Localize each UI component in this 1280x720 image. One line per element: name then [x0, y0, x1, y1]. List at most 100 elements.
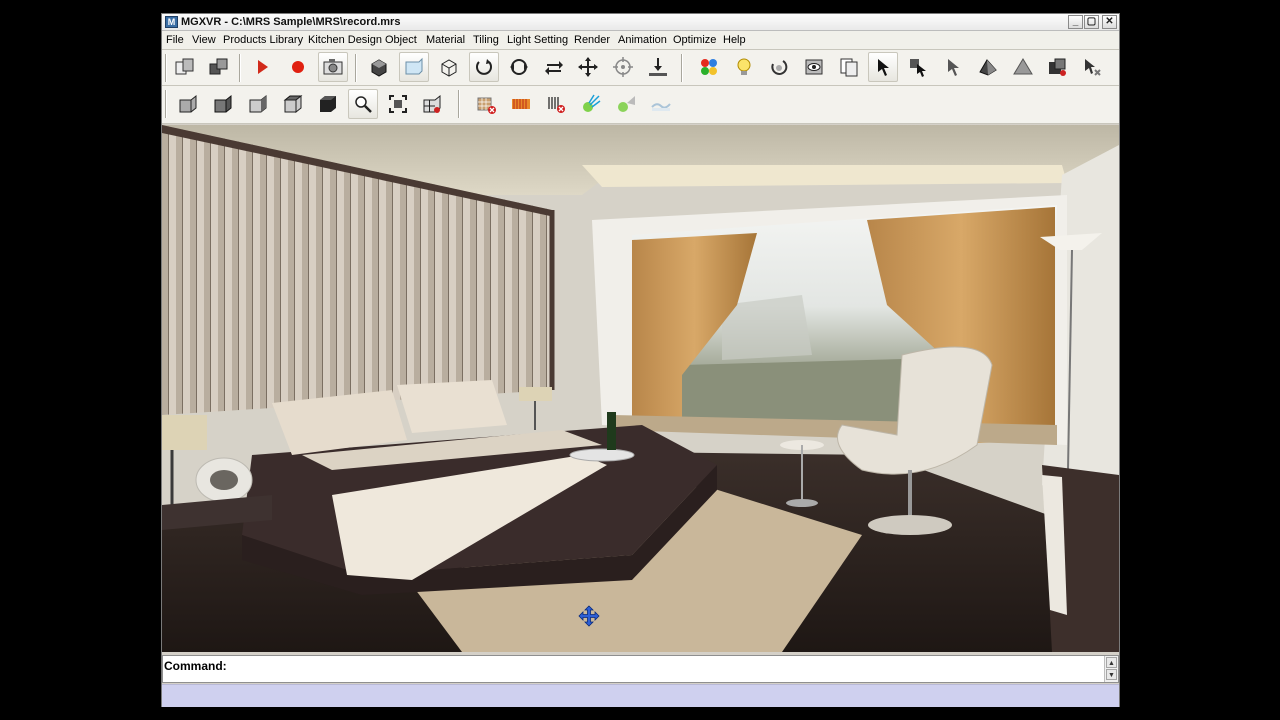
- grid-box-icon: [423, 94, 441, 113]
- grid-box-button[interactable]: [417, 89, 447, 119]
- menu-render[interactable]: Render: [574, 34, 610, 46]
- scroll-down-icon[interactable]: ▼: [1106, 669, 1117, 680]
- menu-help[interactable]: Help: [723, 34, 746, 46]
- close-button[interactable]: ✕: [1102, 15, 1117, 29]
- cube-solid-button[interactable]: [208, 89, 238, 119]
- remove-lines-button[interactable]: [541, 89, 571, 119]
- zoom-button[interactable]: [348, 89, 378, 119]
- color-palette-icon: [701, 59, 717, 75]
- cube-left-button[interactable]: [173, 89, 203, 119]
- main-toolbar: [162, 50, 1119, 86]
- scroll-up-icon[interactable]: ▲: [1106, 657, 1117, 668]
- zoom-extents-icon: [389, 95, 407, 113]
- light-bulb-button[interactable]: [729, 52, 759, 82]
- wireframe-view-icon: [441, 59, 457, 77]
- rotate-button[interactable]: [469, 52, 499, 82]
- eye-view-icon: [805, 59, 823, 75]
- pages-button[interactable]: [834, 52, 864, 82]
- view-toolbar: [162, 86, 1119, 124]
- toolbar-grip: [165, 90, 167, 118]
- menu-file[interactable]: File: [166, 34, 184, 46]
- terrain-button[interactable]: [646, 89, 676, 119]
- toolbar-separator: [681, 54, 683, 82]
- menu-object[interactable]: Object: [385, 34, 417, 46]
- copy-object-icon: [175, 58, 194, 75]
- box-view-button[interactable]: [364, 52, 394, 82]
- select-object-icon: [910, 59, 926, 77]
- spotlight-button[interactable]: [611, 89, 641, 119]
- zoom-extents-button[interactable]: [383, 89, 413, 119]
- title-bar[interactable]: M MGXVR - C:\MRS Sample\MRS\record.mrs _…: [162, 14, 1119, 31]
- move-cursor-icon: [578, 605, 600, 627]
- cube-top-button[interactable]: [278, 89, 308, 119]
- camera-icon: [323, 59, 343, 75]
- zoom-icon: [355, 96, 372, 113]
- 3d-viewport[interactable]: [162, 125, 1119, 652]
- texture-strip-button[interactable]: [506, 89, 536, 119]
- play-button[interactable]: [247, 52, 277, 82]
- eye-view-button[interactable]: [799, 52, 829, 82]
- front-view-icon: [405, 57, 423, 75]
- camera-button[interactable]: [318, 52, 348, 82]
- paste-object-button[interactable]: [204, 52, 234, 82]
- group-button[interactable]: [1042, 52, 1072, 82]
- cube-left-icon: [179, 94, 197, 113]
- menu-animation[interactable]: Animation: [618, 34, 667, 46]
- orbit-icon: [510, 59, 528, 75]
- command-scrollbar[interactable]: ▲ ▼: [1104, 656, 1118, 682]
- rotate-light-icon: [771, 60, 788, 75]
- toolbar-separator: [458, 90, 460, 118]
- record-button[interactable]: [283, 52, 313, 82]
- menu-material[interactable]: Material: [426, 34, 465, 46]
- app-icon: M: [165, 16, 178, 28]
- cube-dark-button[interactable]: [313, 89, 343, 119]
- toolbar-separator: [355, 54, 357, 82]
- menu-optimize[interactable]: Optimize: [673, 34, 716, 46]
- light-rays-button[interactable]: [576, 89, 606, 119]
- pages-icon: [840, 58, 858, 77]
- select-arrow-icon: [878, 59, 889, 76]
- toolbar-separator: [239, 54, 241, 82]
- light-rays-icon: [583, 94, 601, 112]
- rotate-light-button[interactable]: [764, 52, 794, 82]
- box-view-icon: [371, 59, 387, 77]
- group-icon: [1049, 58, 1066, 76]
- pyramid-icon: [1013, 58, 1033, 75]
- drop-to-floor-icon: [649, 58, 667, 76]
- prism-button[interactable]: [973, 52, 1003, 82]
- command-input[interactable]: [231, 658, 1101, 678]
- maximize-button[interactable]: ▢: [1084, 15, 1099, 29]
- texture-strip-icon: [512, 99, 530, 109]
- menu-light-setting[interactable]: Light Setting: [507, 34, 568, 46]
- drop-to-floor-button[interactable]: [643, 52, 673, 82]
- deselect-button[interactable]: [1077, 52, 1107, 82]
- menu-tiling[interactable]: Tiling: [473, 34, 499, 46]
- minimize-button[interactable]: _: [1068, 15, 1083, 29]
- wireframe-view-button[interactable]: [434, 52, 464, 82]
- play-icon: [258, 60, 268, 74]
- deselect-icon: [1085, 59, 1101, 76]
- cube-right-button[interactable]: [243, 89, 273, 119]
- swap-button[interactable]: [539, 52, 569, 82]
- color-palette-button[interactable]: [694, 52, 724, 82]
- spotlight-icon: [618, 96, 635, 112]
- orbit-button[interactable]: [504, 52, 534, 82]
- cube-top-icon: [283, 94, 303, 114]
- select-arrow-button[interactable]: [868, 52, 898, 82]
- menu-view[interactable]: View: [192, 34, 216, 46]
- pan-button[interactable]: [573, 52, 603, 82]
- target-button[interactable]: [608, 52, 638, 82]
- bedroom-render: [162, 125, 1119, 652]
- front-view-button[interactable]: [399, 52, 429, 82]
- pyramid-button[interactable]: [1008, 52, 1038, 82]
- select-object-button[interactable]: [903, 52, 933, 82]
- swap-icon: [545, 61, 563, 75]
- menu-kitchen-design[interactable]: Kitchen Design: [308, 34, 382, 46]
- cube-dark-icon: [320, 96, 336, 112]
- select-pointer-button[interactable]: [938, 52, 968, 82]
- delete-texture-button[interactable]: [471, 89, 501, 119]
- terrain-icon: [651, 103, 671, 111]
- application-window: M MGXVR - C:\MRS Sample\MRS\record.mrs _…: [161, 13, 1120, 707]
- menu-products-library[interactable]: Products Library: [223, 34, 303, 46]
- copy-object-button[interactable]: [170, 52, 200, 82]
